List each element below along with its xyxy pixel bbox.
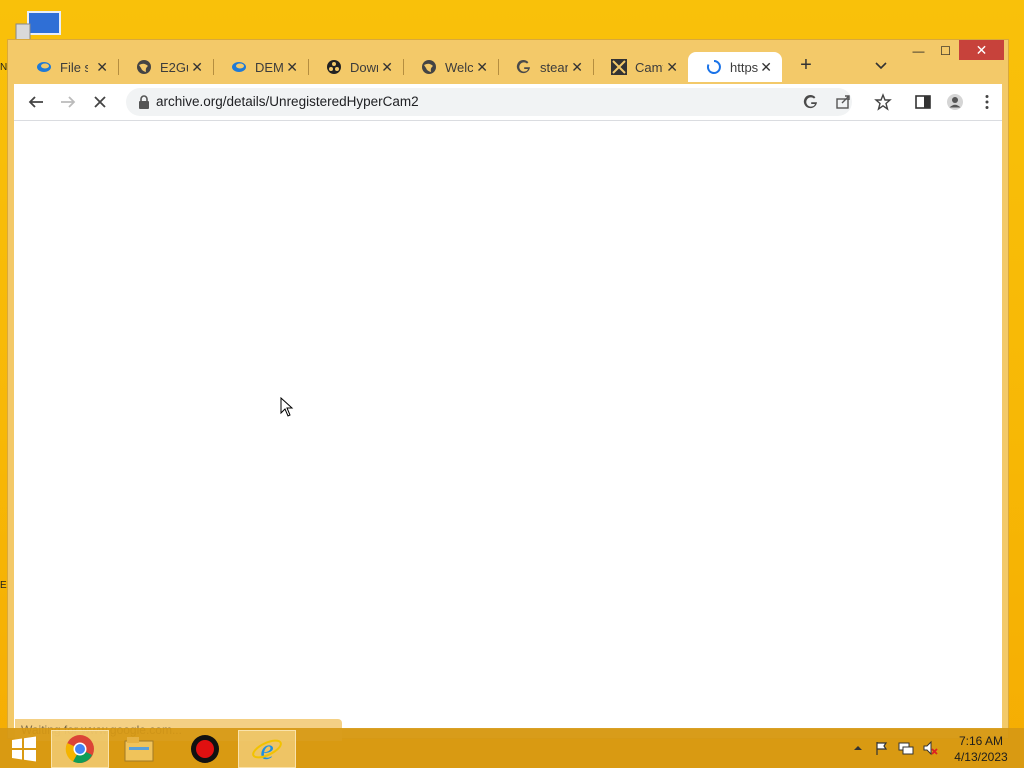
tab-close-button[interactable]: ✕ [476,59,488,76]
tab-close-button[interactable]: ✕ [666,59,678,76]
stop-loading-icon[interactable] [91,93,109,111]
tab-close-button[interactable]: ✕ [96,59,108,76]
desktop-edge-text: E [0,580,7,591]
tab-8-active[interactable]: https: ✕ [688,52,782,82]
computer-desktop-icon[interactable] [14,10,62,42]
url-text[interactable]: archive.org/details/UnregisteredHyperCam… [156,94,419,109]
taskbar: e 7:16 AM 4/13/2023 [0,728,1024,768]
tab-6[interactable]: steam ✕ [498,52,593,82]
tab-title: E2Gu [160,59,188,75]
chrome-icon [65,735,94,764]
globe-icon [422,60,436,74]
tab-title: steam [540,59,568,75]
tab-close-button[interactable]: ✕ [571,59,583,76]
start-button[interactable] [0,730,48,768]
page-content [14,120,1002,729]
taskbar-recorder-button[interactable] [176,730,234,768]
taskbar-explorer-button[interactable] [110,730,168,768]
tab-close-button[interactable]: ✕ [191,59,203,76]
tab-title: https: [730,59,758,75]
clock-date: 4/13/2023 [954,750,1008,764]
new-tab-button[interactable]: + [794,54,818,77]
chevron-down-icon[interactable] [874,58,888,72]
taskbar-ie-button[interactable]: e [238,730,296,768]
system-clock[interactable]: 7:16 AM 4/13/2023 [946,733,1016,765]
obs-icon [327,60,341,74]
network-icon[interactable] [898,740,914,756]
tab-strip: File sl ✕ E2Gu ✕ DEMC ✕ Down ✕ Welc ✕ [8,40,1008,84]
globe-icon [137,60,151,74]
tab-7[interactable]: Camt ✕ [593,52,688,82]
internet-explorer-icon: e [252,733,282,765]
profile-avatar-icon[interactable] [946,93,964,111]
volume-muted-icon[interactable] [922,740,938,756]
tab-title: File sl [60,59,88,75]
tab-4[interactable]: Down ✕ [308,52,403,82]
taskbar-chrome-button[interactable] [51,730,109,768]
tab-title: Camt [635,59,663,75]
kebab-menu-icon[interactable] [978,93,996,111]
desktop-edge-text: N [0,62,8,73]
tab-close-button[interactable]: ✕ [286,59,298,76]
clock-time: 7:16 AM [958,734,1004,748]
browser-window: File sl ✕ E2Gu ✕ DEMC ✕ Down ✕ Welc ✕ [7,39,1009,741]
browser-toolbar: archive.org/details/UnregisteredHyperCam… [14,84,1002,120]
edge-like-icon [232,62,246,72]
address-bar[interactable]: archive.org/details/UnregisteredHyperCam… [126,88,852,116]
loading-spinner-icon [706,60,721,74]
file-explorer-icon [124,737,154,762]
x-logo-icon [611,59,627,75]
google-lens-icon[interactable] [802,93,820,111]
tab-title: DEMC [255,59,283,75]
bookmark-star-icon[interactable] [874,93,892,111]
mouse-cursor-icon [280,397,294,417]
tab-title: Down [350,59,378,75]
side-panel-icon[interactable] [914,93,932,111]
maximize-button[interactable]: ☐ [932,40,959,62]
record-icon [191,735,219,763]
lock-icon[interactable] [138,95,150,109]
close-window-button[interactable]: ✕ [959,40,1004,60]
share-icon[interactable] [834,93,852,111]
tab-close-button[interactable]: ✕ [381,59,393,76]
minimize-button[interactable]: — [905,40,932,62]
windows-logo-icon [12,736,36,762]
desktop: { "window": { "minimize_glyph": "—", "ma… [0,0,1024,768]
google-icon [516,59,530,74]
tab-1[interactable]: File sl ✕ [18,52,118,82]
forward-arrow-icon[interactable] [59,93,77,111]
svg-text:e: e [260,733,273,765]
tab-5[interactable]: Welc ✕ [403,52,498,82]
action-center-flag-icon[interactable] [874,740,890,756]
tab-2[interactable]: E2Gu ✕ [118,52,213,82]
edge-like-icon [37,62,51,72]
tab-3[interactable]: DEMC ✕ [213,52,308,82]
show-hidden-icons-icon[interactable] [850,740,866,756]
tab-close-button[interactable]: ✕ [760,59,772,76]
tab-title: Welc [445,59,473,75]
back-arrow-icon[interactable] [27,93,45,111]
